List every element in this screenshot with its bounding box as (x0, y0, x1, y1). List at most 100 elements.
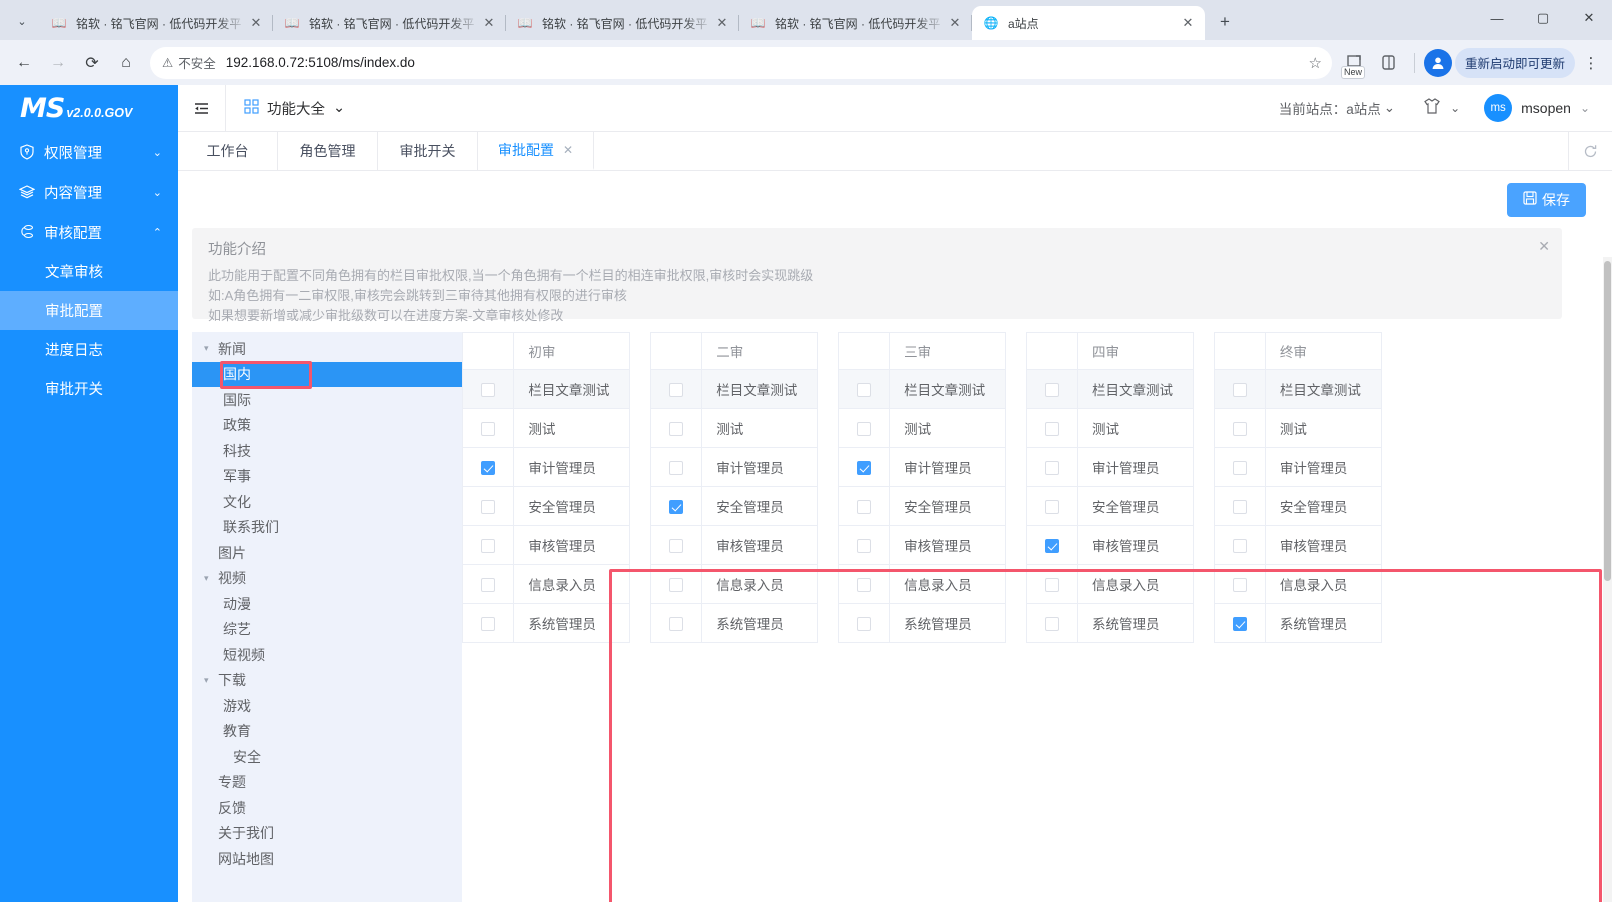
address-bar[interactable]: ⚠ 不安全 192.168.0.72:5108/ms/index.do ☆ (150, 46, 1332, 79)
checkbox-unchecked[interactable] (1232, 382, 1247, 397)
role-permission-checkbox-cell[interactable] (461, 447, 515, 487)
role-permission-checkbox-cell[interactable] (837, 603, 891, 643)
checkbox-unchecked[interactable] (856, 538, 871, 553)
tree-node[interactable]: 科技 (192, 438, 462, 464)
tab-role-management[interactable]: 角色管理 (278, 132, 378, 170)
checkbox-unchecked[interactable] (481, 577, 496, 592)
checkbox-unchecked[interactable] (1044, 460, 1059, 475)
save-button[interactable]: 保存 (1507, 182, 1586, 217)
app-logo[interactable]: MS v2.0.0.GOV (0, 85, 178, 132)
checkbox-unchecked[interactable] (481, 421, 496, 436)
sidebar-item-audit-config[interactable]: 审核配置 ⌃ (0, 212, 178, 252)
role-permission-checkbox-cell[interactable] (649, 564, 703, 604)
forward-icon[interactable]: → (42, 47, 74, 79)
role-permission-checkbox-cell[interactable] (837, 408, 891, 448)
caret-icon[interactable]: ▾ (204, 675, 218, 686)
tree-node[interactable]: 网站地图 (192, 846, 462, 872)
close-icon[interactable]: ✕ (1538, 238, 1550, 255)
role-permission-checkbox-cell[interactable] (837, 369, 891, 409)
function-catalog-button[interactable]: 功能大全 ⌄ (226, 98, 363, 119)
role-permission-checkbox-cell[interactable] (1213, 447, 1266, 487)
checkbox-unchecked[interactable] (481, 382, 496, 397)
split-view-icon[interactable] (1373, 47, 1405, 79)
checkbox-unchecked[interactable] (1044, 382, 1059, 397)
browser-menu-icon[interactable]: ⋮ (1578, 48, 1604, 78)
checkbox-unchecked[interactable] (1044, 421, 1059, 436)
theme-selector[interactable]: ⌄ (1423, 97, 1460, 120)
tab-search-icon[interactable]: ⌄ (8, 7, 36, 35)
tab-approval-switch[interactable]: 审批开关 (378, 132, 478, 170)
role-permission-checkbox-cell[interactable] (1025, 369, 1078, 409)
checkbox-checked[interactable] (669, 499, 684, 514)
caret-icon[interactable]: ▾ (204, 343, 218, 354)
tree-node[interactable]: 教育 (192, 719, 462, 745)
checkbox-unchecked[interactable] (1044, 616, 1059, 631)
role-permission-checkbox-cell[interactable] (1213, 564, 1266, 604)
checkbox-unchecked[interactable] (1232, 538, 1247, 553)
update-button[interactable]: 重新启动即可更新 (1454, 47, 1575, 78)
browser-tab-active[interactable]: 🌐 a站点 ✕ (972, 6, 1205, 40)
role-permission-checkbox-cell[interactable] (837, 564, 891, 604)
close-icon[interactable]: ✕ (1179, 14, 1197, 32)
tree-node[interactable]: 图片 (192, 540, 462, 566)
reload-icon[interactable]: ⟳ (76, 47, 108, 79)
tree-node[interactable]: 政策 (192, 413, 462, 439)
checkbox-checked[interactable] (1232, 616, 1247, 631)
tree-node[interactable]: 军事 (192, 464, 462, 490)
tree-node[interactable]: 短视频 (192, 642, 462, 668)
tab-workbench[interactable]: 工作台 (178, 132, 278, 170)
browser-tab[interactable]: 📖 铭软 · 铭飞官网 · 低代码开发平 ✕ (40, 6, 273, 40)
browser-tab[interactable]: 📖 铭软 · 铭飞官网 · 低代码开发平 ✕ (506, 6, 739, 40)
sidebar-subitem-approval-config[interactable]: 审批配置 (0, 291, 178, 330)
profile-avatar[interactable] (1423, 48, 1452, 77)
checkbox-unchecked[interactable] (481, 538, 496, 553)
tree-node[interactable]: 反馈 (192, 795, 462, 821)
caret-icon[interactable]: ▾ (204, 573, 218, 584)
checkbox-unchecked[interactable] (856, 577, 871, 592)
browser-tab[interactable]: 📖 铭软 · 铭飞官网 · 低代码开发平 ✕ (739, 6, 972, 40)
role-permission-checkbox-cell[interactable] (461, 564, 515, 604)
sidebar-item-permissions[interactable]: 权限管理 ⌄ (0, 132, 178, 172)
tree-node[interactable]: 文化 (192, 489, 462, 515)
role-permission-checkbox-cell[interactable] (1025, 408, 1078, 448)
tree-node[interactable]: 关于我们 (192, 821, 462, 847)
tab-approval-config[interactable]: 审批配置 ✕ (478, 132, 595, 170)
tree-node[interactable]: 专题 (192, 770, 462, 796)
tree-node-selected[interactable]: 国内 (192, 360, 462, 389)
home-icon[interactable]: ⌂ (110, 47, 142, 79)
checkbox-unchecked[interactable] (1044, 577, 1059, 592)
browser-tab[interactable]: 📖 铭软 · 铭飞官网 · 低代码开发平 ✕ (273, 6, 506, 40)
checkbox-unchecked[interactable] (669, 577, 684, 592)
checkbox-unchecked[interactable] (1232, 499, 1247, 514)
role-permission-checkbox-cell[interactable] (649, 486, 703, 526)
checkbox-unchecked[interactable] (1232, 577, 1247, 592)
tree-node[interactable]: ▾ 视频 (192, 566, 462, 592)
tree-node[interactable]: 动漫 (192, 591, 462, 617)
minimize-button[interactable]: — (1474, 0, 1520, 36)
role-permission-checkbox-cell[interactable] (1025, 603, 1078, 643)
checkbox-unchecked[interactable] (669, 460, 684, 475)
back-icon[interactable]: ← (8, 47, 40, 79)
menu-collapse-icon[interactable] (178, 84, 226, 132)
checkbox-unchecked[interactable] (669, 616, 684, 631)
checkbox-checked[interactable] (856, 460, 871, 475)
role-permission-checkbox-cell[interactable] (649, 447, 703, 487)
role-permission-checkbox-cell[interactable] (461, 369, 515, 409)
close-icon[interactable]: ✕ (247, 14, 265, 32)
role-permission-checkbox-cell[interactable] (1213, 603, 1266, 643)
close-icon[interactable]: ✕ (480, 14, 498, 32)
close-icon[interactable]: ✕ (946, 14, 964, 32)
checkbox-unchecked[interactable] (856, 499, 871, 514)
extensions-icon[interactable]: New (1340, 48, 1370, 79)
checkbox-unchecked[interactable] (481, 616, 496, 631)
maximize-button[interactable]: ▢ (1520, 0, 1566, 36)
role-permission-checkbox-cell[interactable] (837, 525, 891, 565)
page-scrollbar[interactable] (1603, 257, 1612, 902)
checkbox-checked[interactable] (481, 460, 496, 475)
checkbox-unchecked[interactable] (669, 382, 684, 397)
role-permission-checkbox-cell[interactable] (1025, 486, 1078, 526)
role-permission-checkbox-cell[interactable] (1213, 369, 1266, 409)
window-close-button[interactable]: ✕ (1566, 0, 1612, 36)
role-permission-checkbox-cell[interactable] (461, 486, 515, 526)
sidebar-subitem-approval-switch[interactable]: 审批开关 (0, 369, 178, 408)
